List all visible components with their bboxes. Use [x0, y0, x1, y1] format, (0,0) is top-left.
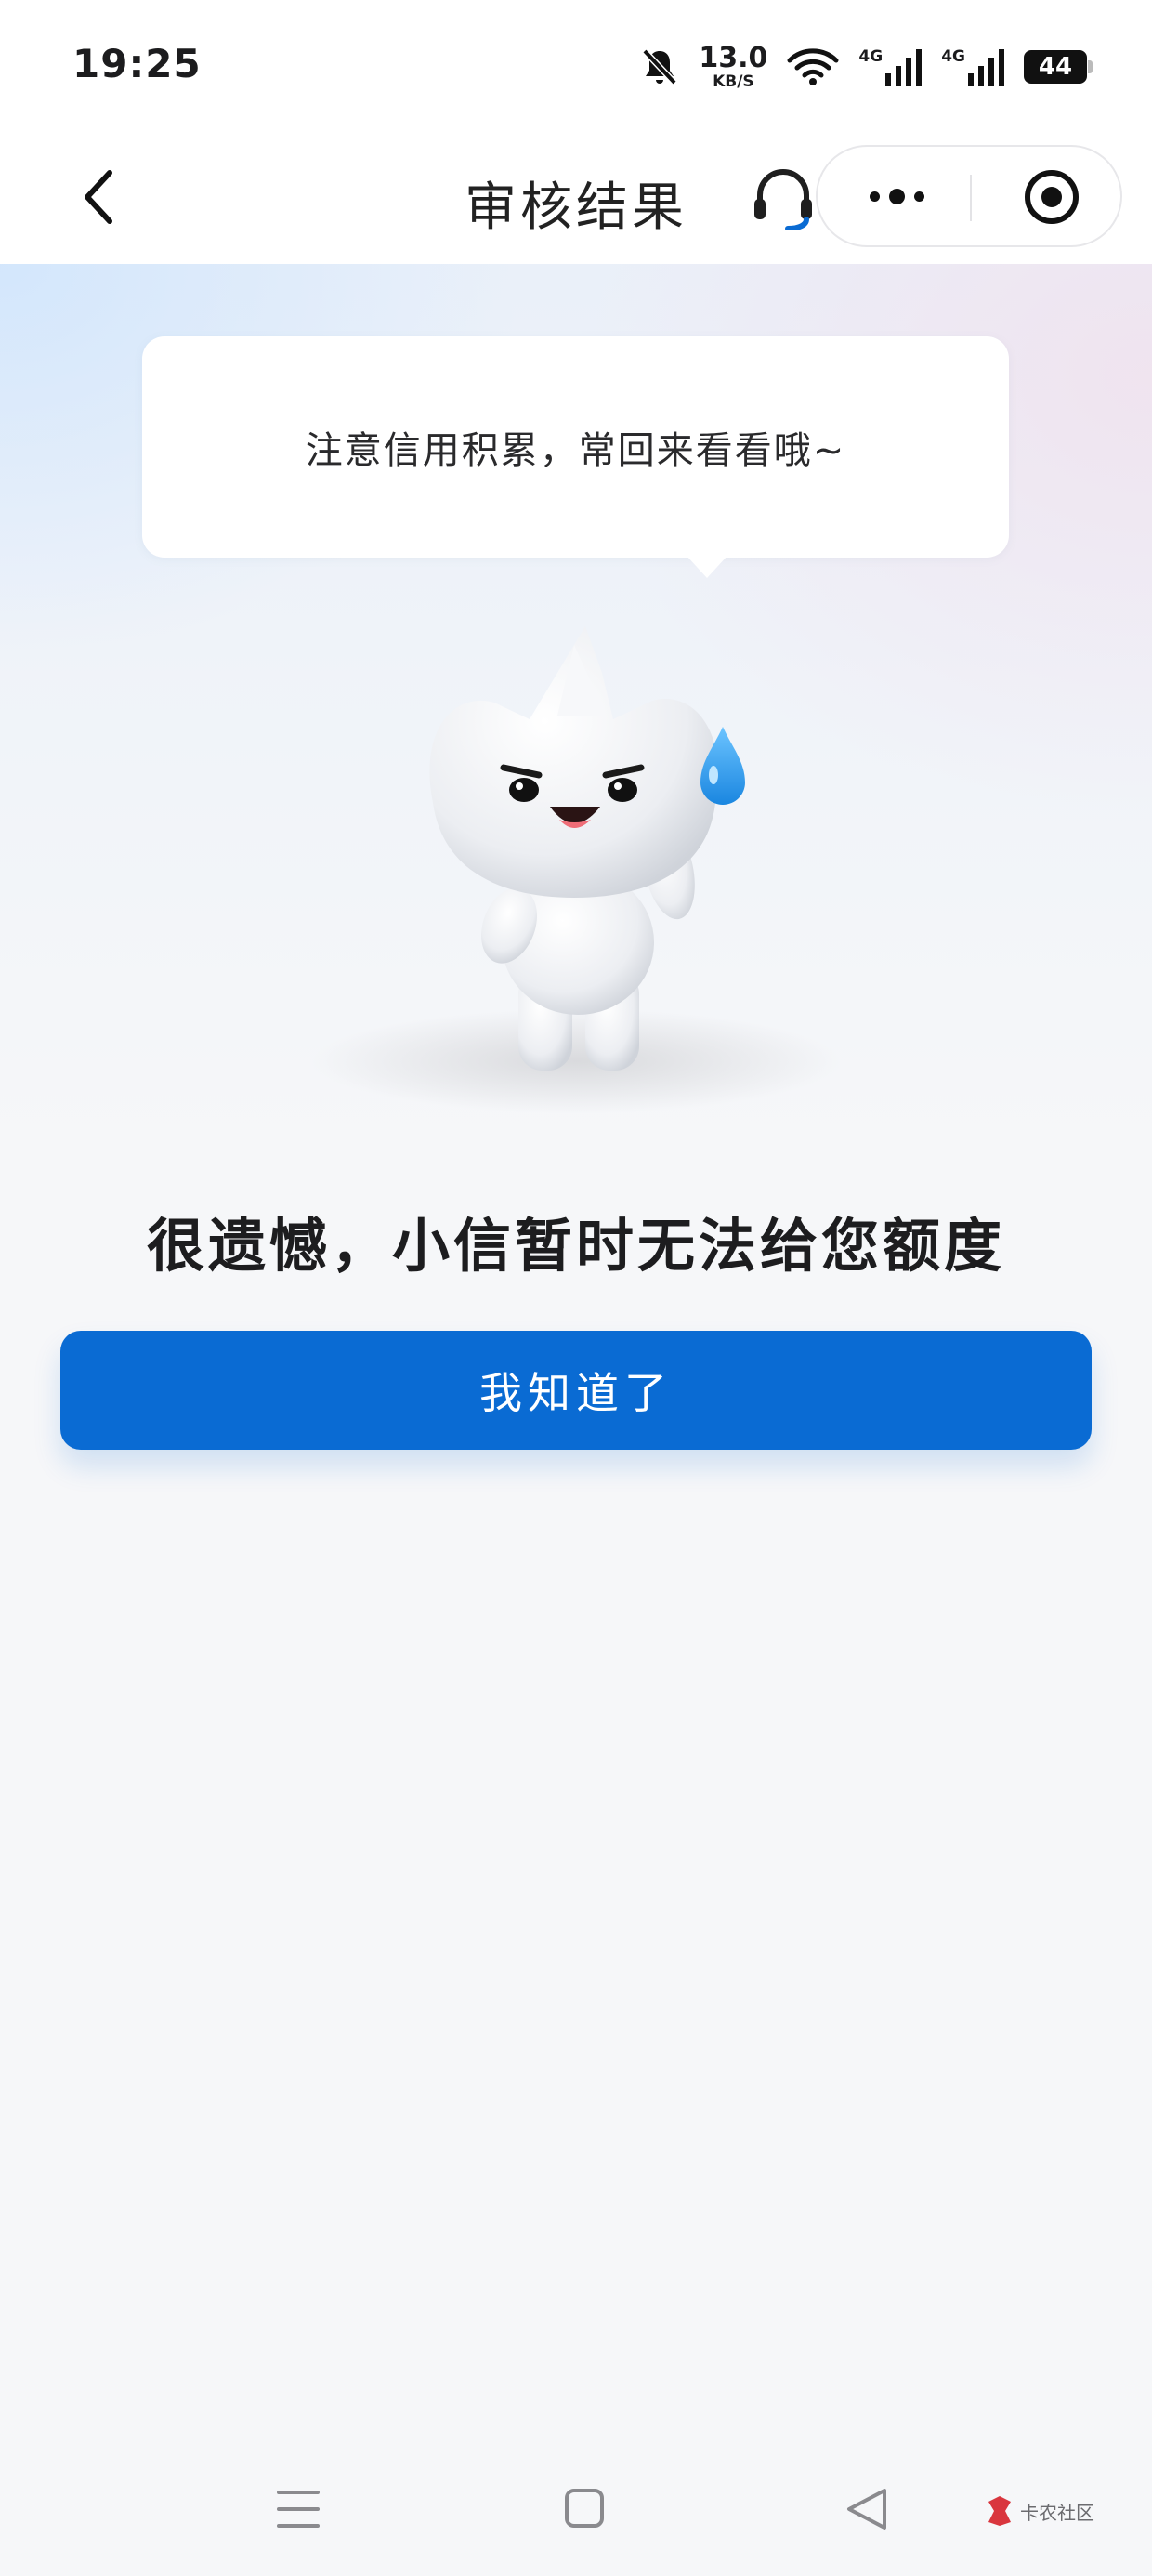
- result-title: 很遗憾，小信暂时无法给您额度: [146, 1212, 1005, 1280]
- close-button[interactable]: [1022, 167, 1081, 227]
- acknowledge-button[interactable]: 我知道了: [60, 1331, 1092, 1450]
- signal-1: 4G: [858, 47, 923, 86]
- more-button[interactable]: [855, 170, 938, 222]
- signal-2: 4G: [941, 47, 1005, 86]
- chevron-left-icon: [85, 170, 112, 224]
- signal-1-label: 4G: [858, 47, 884, 66]
- more-dot: [888, 188, 905, 204]
- network-speed-value: 13.0: [699, 41, 768, 74]
- wifi-icon: [787, 48, 839, 85]
- status-time: 19:25: [72, 41, 202, 86]
- recent-apps-icon[interactable]: [275, 2487, 321, 2531]
- capsule-divider: [970, 175, 972, 221]
- headset-icon[interactable]: [751, 165, 816, 230]
- home-icon[interactable]: [563, 2487, 606, 2530]
- network-speed-unit: KB/S: [713, 72, 754, 91]
- battery-icon: 44: [1024, 50, 1093, 84]
- signal-2-label: 4G: [941, 47, 965, 66]
- page-title: 审核结果: [465, 177, 687, 238]
- back-button[interactable]: [65, 164, 132, 230]
- status-icons: 13.0 KB/S 4G 4G 44: [639, 41, 1093, 93]
- status-bar: 19:25 13.0 KB/S 4G 4G 44: [0, 0, 1152, 130]
- more-dot: [869, 191, 880, 202]
- network-speed: 13.0 KB/S: [699, 41, 768, 91]
- watermark-logo: 卡农社区: [983, 2491, 1096, 2531]
- hero-section: 注意信用积累，常回来看看哦~: [0, 264, 1152, 1156]
- signal-bars-icon: [885, 49, 923, 86]
- speech-bubble: 注意信用积累，常回来看看哦~: [142, 336, 1009, 578]
- mute-bell-icon: [642, 48, 677, 85]
- battery-level: 44: [1038, 53, 1073, 81]
- mini-program-capsule: [816, 145, 1122, 247]
- watermark-text: 卡农社区: [1020, 2501, 1094, 2524]
- speech-bubble-text: 注意信用积累，常回来看看哦~: [305, 429, 846, 472]
- back-triangle-icon[interactable]: [844, 2485, 890, 2533]
- watermark-logo-icon: [988, 2496, 1011, 2526]
- system-nav-bar: 卡农社区: [0, 2453, 1152, 2576]
- signal-bars-icon: [968, 49, 1004, 86]
- more-dot: [913, 191, 924, 202]
- mascot-illustration: [311, 626, 841, 1113]
- mascot-shadow: [311, 1009, 841, 1113]
- nav-bar: 审核结果: [0, 130, 1152, 264]
